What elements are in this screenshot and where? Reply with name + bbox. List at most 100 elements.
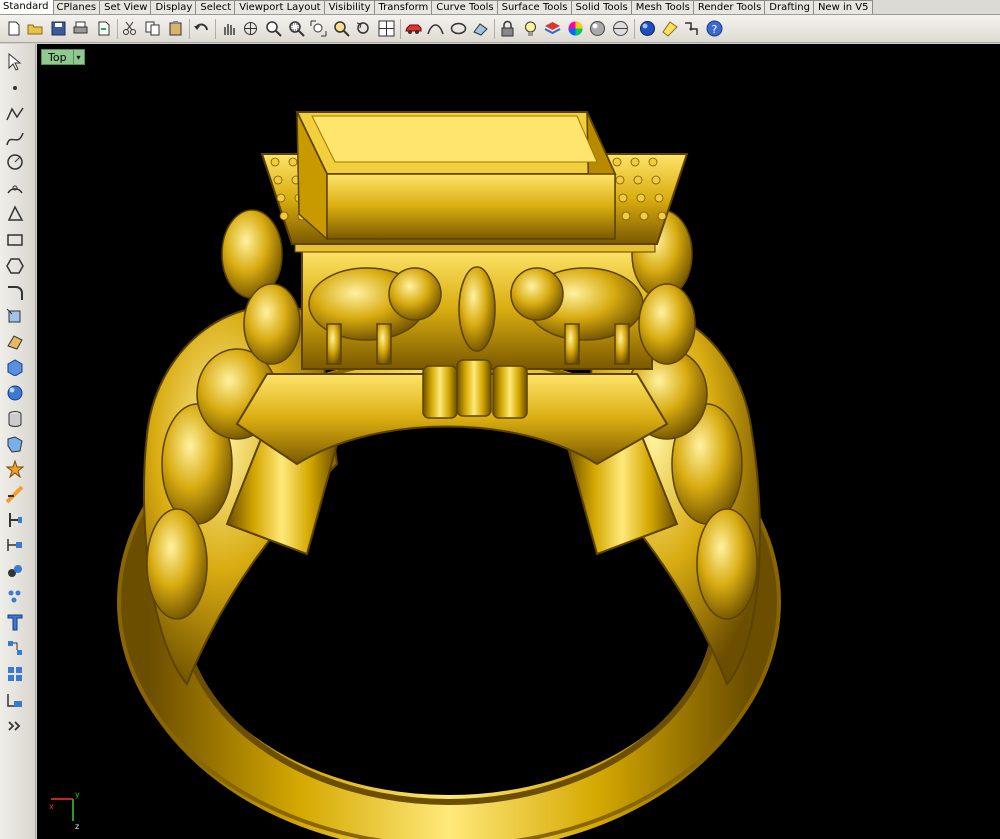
surface-patch-icon[interactable] (5, 332, 25, 352)
tab-drafting[interactable]: Drafting (764, 0, 815, 14)
circle-icon[interactable] (5, 152, 25, 172)
tab-new-in-v5[interactable]: New in V5 (812, 0, 874, 14)
viewport-label[interactable]: Top (41, 49, 74, 65)
zoom-extents-icon[interactable] (310, 20, 328, 38)
undo-view-icon[interactable] (355, 20, 373, 38)
sphere-render-icon[interactable] (611, 20, 629, 38)
surface-icon[interactable] (472, 20, 490, 38)
gold-ring-model (117, 111, 781, 839)
toolbar-separator (116, 18, 118, 39)
four-viewports-icon[interactable] (378, 20, 396, 38)
dimension-icon[interactable] (5, 535, 25, 555)
sphere-solid-icon[interactable] (5, 383, 25, 403)
gumball-icon[interactable] (5, 690, 25, 710)
print-icon[interactable] (72, 20, 90, 38)
array-icon[interactable] (5, 638, 25, 658)
rotate-view-icon[interactable] (242, 20, 260, 38)
sphere-shade-icon[interactable] (589, 20, 607, 38)
zoom-window-icon[interactable] (287, 20, 305, 38)
rectangle-icon[interactable] (5, 230, 25, 250)
curve-icon[interactable] (5, 129, 25, 149)
polyline-icon[interactable] (5, 104, 25, 124)
snap-grid-icon[interactable] (683, 20, 701, 38)
help-icon[interactable]: ? (706, 20, 724, 38)
tab-mesh-tools[interactable]: Mesh Tools (630, 0, 695, 14)
tab-cplanes[interactable]: CPlanes (51, 0, 102, 14)
bezel-bead (615, 175, 625, 185)
cylinder-icon[interactable] (5, 409, 25, 429)
layers-icon[interactable] (544, 20, 562, 38)
left-toolbar (0, 44, 36, 839)
bezel-bead (273, 175, 283, 185)
tab-surface-tools[interactable]: Surface Tools (496, 0, 573, 14)
bezel-bead (648, 157, 658, 167)
tab-render-tools[interactable]: Render Tools (692, 0, 767, 14)
pan-hand-icon[interactable] (219, 20, 237, 38)
block-icon[interactable] (5, 664, 25, 684)
open-folder-icon[interactable] (27, 20, 45, 38)
hexagon-icon[interactable] (5, 256, 25, 276)
paste-icon[interactable] (166, 20, 184, 38)
viewport-title[interactable]: Top ▾ (41, 49, 85, 65)
color-wheel-icon[interactable] (566, 20, 584, 38)
bezel-bead (630, 157, 640, 167)
curve-tools-icon[interactable] (427, 20, 445, 38)
tab-select[interactable]: Select (195, 0, 237, 14)
split-icon[interactable] (5, 510, 25, 530)
standard-toolbar: ? (0, 15, 1000, 43)
tab-solid-tools[interactable]: Solid Tools (570, 0, 633, 14)
axis-y-label: y (75, 790, 80, 799)
tab-curve-tools[interactable]: Curve Tools (431, 0, 499, 14)
cluster-icon[interactable] (5, 586, 25, 606)
mesh-icon[interactable] (5, 434, 25, 454)
polygon-icon[interactable] (5, 204, 25, 224)
tab-transform[interactable]: Transform (373, 0, 434, 14)
bezel-bead (657, 211, 667, 221)
zoom-icon[interactable] (265, 20, 283, 38)
group-icon[interactable] (5, 561, 25, 581)
toolbar-tab-strip: Standard CPlanes Set View Display Select View… (0, 0, 1000, 15)
box-solid-icon[interactable] (5, 357, 25, 377)
select-arrow-icon[interactable] (5, 52, 25, 72)
sphere-blue-icon[interactable] (638, 20, 656, 38)
bezel-bead (651, 175, 661, 185)
viewport-menu-arrow[interactable]: ▾ (73, 49, 85, 65)
lightbulb-icon[interactable] (521, 20, 539, 38)
new-document-icon[interactable] (4, 20, 22, 38)
tab-visibility[interactable]: Visibility (323, 0, 376, 14)
fillet-icon[interactable] (5, 282, 25, 302)
lock-icon[interactable] (498, 20, 516, 38)
bezel-bead (276, 193, 286, 203)
transform-icon[interactable] (5, 307, 25, 327)
expand-icon[interactable] (5, 716, 25, 736)
copy-icon[interactable] (144, 20, 162, 38)
boolean-icon[interactable] (5, 485, 25, 505)
bezel-bead (279, 211, 289, 221)
toolbar-separator (634, 18, 636, 39)
bezel-bead (639, 211, 649, 221)
tab-display[interactable]: Display (150, 0, 198, 14)
undo-icon[interactable] (193, 20, 211, 38)
bezel-bead (288, 157, 298, 167)
bezel-bead (612, 157, 622, 167)
toolbar-separator (400, 18, 402, 39)
tab-viewport-layout[interactable]: Viewport Layout (234, 0, 326, 14)
bezel-bead (633, 175, 643, 185)
tab-set-view[interactable]: Set View (99, 0, 153, 14)
cut-icon[interactable] (121, 20, 139, 38)
save-icon[interactable] (49, 20, 67, 38)
bezel-bead (654, 193, 664, 203)
bezel-bead (618, 193, 628, 203)
ellipse-tools-icon[interactable] (449, 20, 467, 38)
import-icon[interactable] (94, 20, 112, 38)
tab-standard[interactable]: Standard (0, 0, 54, 14)
explode-icon[interactable] (5, 459, 25, 479)
spotlight-icon[interactable] (661, 20, 679, 38)
arc-icon[interactable] (5, 178, 25, 198)
axis-z-label: z (75, 822, 79, 831)
zoom-selected-icon[interactable] (332, 20, 350, 38)
text-icon[interactable] (5, 612, 25, 632)
point-icon[interactable] (5, 78, 25, 98)
top-viewport[interactable]: Top ▾ x y z (37, 44, 1000, 839)
car-object-icon[interactable] (404, 20, 422, 38)
